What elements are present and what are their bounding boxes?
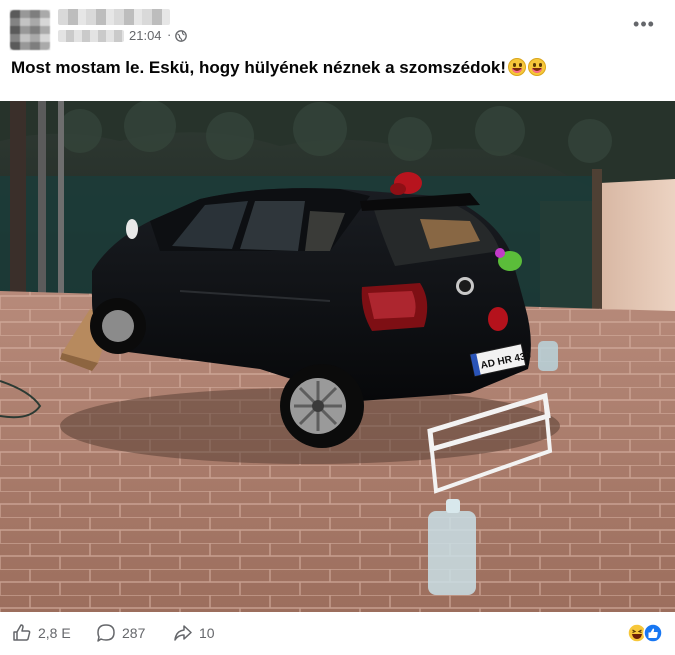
post-text: Most mostam le. Eskü, hogy hülyének nézn… <box>11 57 547 79</box>
thumbs-up-icon <box>13 624 31 641</box>
like-button[interactable]: 2,8 E <box>12 623 71 643</box>
comment-count: 287 <box>122 625 146 641</box>
avatar[interactable] <box>10 10 50 50</box>
post-text-content: Most mostam le. Eskü, hogy hülyének nézn… <box>11 58 507 77</box>
post-header: 21:04 · ••• <box>0 0 675 50</box>
car-photo-illustration: AD HR 430 <box>0 101 675 612</box>
share-icon <box>174 625 192 641</box>
comment-button[interactable]: 287 <box>96 623 145 643</box>
reactions-summary[interactable] <box>627 623 665 643</box>
share-button[interactable]: 10 <box>173 623 215 643</box>
author-meta-blurred <box>58 30 124 42</box>
comment-icon <box>97 624 115 642</box>
share-count: 10 <box>199 625 215 641</box>
grinning-squinting-face-icon <box>528 58 547 76</box>
like-reaction-icon <box>643 623 663 643</box>
more-options-icon[interactable]: ••• <box>628 12 660 36</box>
grinning-squinting-face-icon <box>508 58 527 76</box>
meta-separator: · <box>167 27 172 42</box>
post-photo[interactable]: AD HR 430 <box>0 101 675 612</box>
post-timestamp[interactable]: 21:04 <box>129 28 162 43</box>
author-name-blurred[interactable] <box>58 9 170 25</box>
globe-icon <box>175 30 187 42</box>
like-count: 2,8 E <box>38 625 71 641</box>
post-footer: 2,8 E 287 10 <box>0 612 675 655</box>
